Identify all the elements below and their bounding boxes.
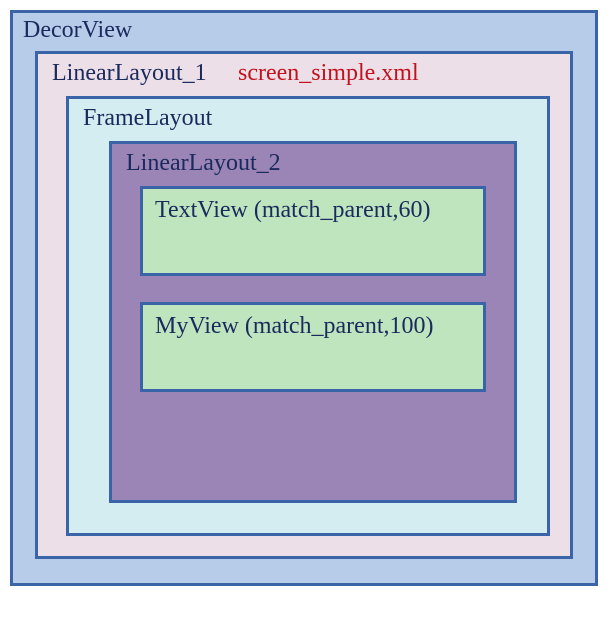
linear-layout-1-label: LinearLayout_1	[52, 60, 207, 87]
my-view-box: MyView (match_parent,100)	[140, 302, 486, 392]
linear-layout-2-label: LinearLayout_2	[126, 150, 281, 177]
linear-layout-2-box: LinearLayout_2 TextView (match_parent,60…	[109, 141, 517, 503]
decor-view-label: DecorView	[23, 17, 132, 44]
frame-layout-box: FrameLayout LinearLayout_2 TextView (mat…	[66, 96, 550, 536]
decor-view-box: DecorView LinearLayout_1 screen_simple.x…	[10, 10, 598, 586]
frame-layout-label: FrameLayout	[83, 105, 212, 132]
text-view-box: TextView (match_parent,60)	[140, 186, 486, 276]
my-view-label: MyView (match_parent,100)	[155, 313, 433, 339]
text-view-label: TextView (match_parent,60)	[155, 197, 430, 223]
linear-layout-1-box: LinearLayout_1 screen_simple.xml FrameLa…	[35, 51, 573, 559]
linear-layout-1-file: screen_simple.xml	[238, 60, 419, 87]
